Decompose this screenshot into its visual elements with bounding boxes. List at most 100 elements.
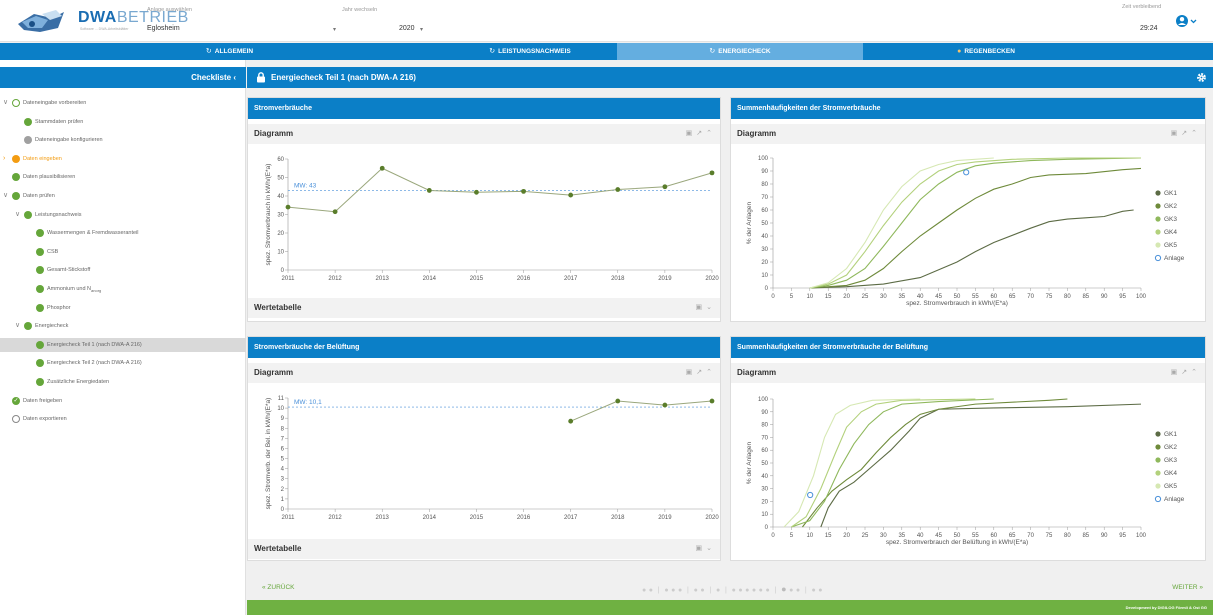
table-header[interactable]: Wertetabelle ▣ ⌄ <box>248 298 720 318</box>
y-tick-label: 80 <box>761 423 768 429</box>
sidebar-item[interactable]: ∨ Daten prüfen <box>0 189 246 203</box>
jahr-chevron-down-icon[interactable]: ▾ <box>333 26 336 33</box>
data-point <box>474 189 479 195</box>
step-indicator[interactable]: ● ● | ● ● ● | ● ● | ● | ● ● ● ● ● ● | ● … <box>642 584 823 594</box>
table-header[interactable]: Wertetabelle ▣ ⌄ <box>248 539 720 559</box>
legend-label: GK1 <box>1164 431 1177 438</box>
diagram-header[interactable]: Diagramm ▣ ↗ ⌃ <box>248 124 720 144</box>
sidebar-item[interactable]: › Daten eingeben <box>0 152 246 166</box>
chevron-down-icon[interactable]: ∨ <box>3 96 8 110</box>
status-dot-icon <box>36 303 44 312</box>
data-point <box>709 398 715 404</box>
sidebar-item[interactable]: Energiecheck Teil 1 (nach DWA-A 216) <box>0 337 246 352</box>
next-link[interactable]: WEITER » <box>1172 584 1203 591</box>
chevron-down-icon[interactable]: ⌄ <box>706 545 712 552</box>
y-tick-label: 10 <box>277 250 284 256</box>
expand-icon[interactable]: ↗ <box>696 130 702 137</box>
anlage-marker <box>963 169 970 176</box>
chevron-down-icon[interactable]: ∨ <box>3 189 8 203</box>
save-icon[interactable]: ▣ <box>1171 369 1178 376</box>
diagram-header[interactable]: Diagramm ▣ ↗ ⌃ <box>248 363 720 383</box>
data-point <box>709 170 715 176</box>
status-dot-icon <box>24 322 32 331</box>
panel-summenhaeufigkeiten: Summenhäufigkeiten der Stromverbräuche D… <box>730 97 1206 322</box>
sidebar-item[interactable]: ✓ Daten freigeben <box>0 394 246 408</box>
diagram-header[interactable]: Diagramm ▣ ↗ ⌃ <box>731 124 1205 144</box>
tab-energiecheck[interactable]: ↻ ENERGIECHECK <box>617 43 863 60</box>
checklist-header[interactable]: Checkliste ‹ <box>0 67 246 88</box>
sidebar-item[interactable]: ∨ Leistungsnachweis <box>0 208 246 222</box>
anlage-select[interactable]: Eglosheim <box>147 25 180 32</box>
cdf-chart: 01020304050607080901000 5 10 15 20 25 30 35 40 45… <box>746 397 1185 546</box>
refresh-icon: ↻ <box>205 48 212 55</box>
expand-icon[interactable]: ↗ <box>696 369 702 376</box>
user-circle-icon[interactable] <box>1175 14 1197 28</box>
diagram-header[interactable]: Diagramm ▣ ↗ ⌃ <box>731 363 1205 383</box>
series-line <box>809 157 1141 289</box>
save-icon[interactable]: ▣ <box>686 369 693 376</box>
sidebar-item[interactable]: Dateneingabe konfigurieren <box>0 133 246 147</box>
chevron-up-icon[interactable]: ⌃ <box>1191 130 1197 137</box>
status-dot-icon <box>12 99 20 107</box>
x-tick-label: 2019 <box>658 276 672 282</box>
line-chart: 0 1 2 3 4 5 6 7 8 9 10 11 2011 2012 2013 2014 2015 2016 20… <box>265 396 719 521</box>
y-tick-label: 6 <box>281 446 285 452</box>
sidebar-item[interactable]: Ammonium und Nanorg <box>0 282 246 296</box>
sidebar-item[interactable]: ∨ Energiecheck <box>0 319 246 333</box>
jahr-select[interactable]: 2020 <box>399 25 415 32</box>
sidebar-item[interactable]: Gesamt-Stickstoff <box>0 263 246 277</box>
sidebar-item[interactable]: Phosphor <box>0 301 246 315</box>
x-tick-label: 15 <box>825 533 832 539</box>
x-tick-label: 2018 <box>611 276 625 282</box>
anlage-marker <box>807 491 814 499</box>
chevron-down-icon[interactable]: ∨ <box>15 208 20 222</box>
sidebar-item[interactable]: Zusätzliche Energiedaten <box>0 375 246 389</box>
sidebar-item[interactable]: Daten exportieren <box>0 412 246 426</box>
chevron-down-icon[interactable]: ⌄ <box>706 304 712 311</box>
x-tick-label: 10 <box>806 533 813 539</box>
panel-stromverbraeuche-belueftung: Stromverbräuche der Belüftung Diagramm ▣… <box>247 336 721 561</box>
sidebar-item-label: Daten exportieren <box>23 416 67 423</box>
chevron-up-icon[interactable]: ⌃ <box>706 369 712 376</box>
y-tick-label: 0 <box>765 286 769 292</box>
sidebar-item[interactable]: Wassermengen & Fremdwasseranteil <box>0 226 246 240</box>
save-icon[interactable]: ▣ <box>696 545 703 552</box>
save-icon[interactable]: ▣ <box>686 130 693 137</box>
sidebar-item[interactable]: CSB <box>0 245 246 259</box>
status-dot-icon <box>24 210 32 219</box>
jahr-value-chevron-icon[interactable]: ▾ <box>420 26 423 33</box>
status-dot-icon <box>12 173 20 182</box>
back-link[interactable]: « ZURÜCK <box>262 584 295 591</box>
save-icon[interactable]: ▣ <box>696 304 703 311</box>
x-tick-label: 2017 <box>564 515 578 521</box>
y-tick-label: 100 <box>758 156 769 162</box>
legend-swatch <box>1155 431 1161 437</box>
status-dot-icon <box>36 359 44 368</box>
gear-icon[interactable] <box>1196 72 1207 83</box>
logo-icon <box>18 10 64 32</box>
status-dot-icon <box>24 136 32 145</box>
chart-summenhaeufigkeiten: 0 10 20 30 40 50 60 70 80 90 100 0 5 10 15 20 25 30 35 40 45… <box>731 146 1205 321</box>
sidebar-item[interactable]: Stammdaten prüfen <box>0 115 246 129</box>
expand-icon[interactable]: ↗ <box>1181 130 1187 137</box>
y-tick-label: 8 <box>281 426 285 432</box>
chevron-up-icon[interactable]: ⌃ <box>1191 369 1197 376</box>
chevron-up-icon[interactable]: ⌃ <box>706 130 712 137</box>
sidebar-item[interactable]: Energiecheck Teil 2 (nach DWA-A 216) <box>0 356 246 370</box>
chevron-right-icon[interactable]: › <box>3 152 5 166</box>
save-icon[interactable]: ▣ <box>1171 130 1178 137</box>
sidebar-item-label: Energiecheck Teil 2 (nach DWA-A 216) <box>47 360 142 367</box>
x-tick-label: 2015 <box>470 515 484 521</box>
chevron-down-icon[interactable]: ∨ <box>15 319 20 333</box>
checklist-sidebar: Checkliste ‹ ∨ Dateneingabe vorbereiten St… <box>0 60 246 615</box>
legend-label: GK2 <box>1164 444 1177 451</box>
sidebar-item[interactable]: Daten plausibilisieren <box>0 170 246 184</box>
tab-regenbecken[interactable]: ● REGENBECKEN <box>863 43 1109 60</box>
legend-swatch <box>1155 242 1161 248</box>
series-line <box>570 400 713 422</box>
main-nav: ↻ ALLGEMEIN ↻ LEISTUNGSNACHWEIS ↻ ENERGIECH… <box>0 43 1213 60</box>
chevron-left-icon[interactable]: ‹ <box>233 73 236 82</box>
expand-icon[interactable]: ↗ <box>1181 369 1187 376</box>
y-tick-label: 2 <box>281 487 285 493</box>
sidebar-item[interactable]: ∨ Dateneingabe vorbereiten <box>0 96 246 110</box>
